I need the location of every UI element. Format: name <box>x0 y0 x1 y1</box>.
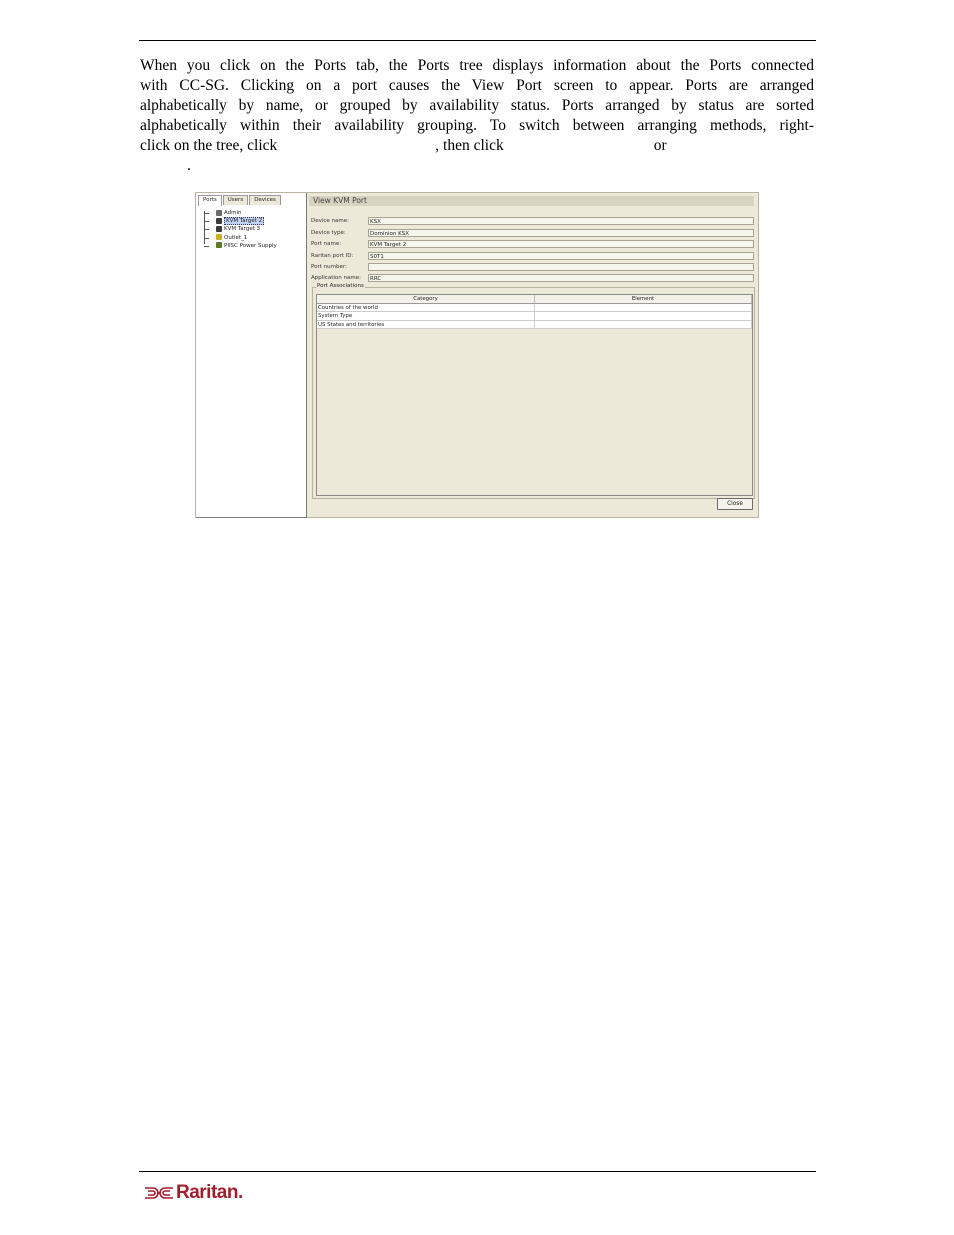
category-cell: US States and territories <box>317 320 535 329</box>
device-type-field[interactable]: Dominion KSX <box>368 228 754 237</box>
group-label: Port Associations <box>316 283 365 289</box>
tree-node-label: PIISC Power Supply <box>224 242 277 249</box>
tree-node-label: Admin <box>224 210 242 216</box>
table-row[interactable]: System Type <box>317 312 752 321</box>
tab-users[interactable]: Users <box>222 195 249 205</box>
field-application-name: Application name: RRC <box>309 274 754 283</box>
ports-tree: Admin KVM Target 2 KVM Target 3 Outlet_1… <box>204 209 277 250</box>
header-rule <box>139 40 816 41</box>
element-cell[interactable] <box>535 312 752 321</box>
paragraph-line: . <box>187 157 191 174</box>
nav-tabs: Ports Users Devices <box>198 195 282 206</box>
tree-node-kvm-target-2[interactable]: KVM Target 2 <box>204 217 277 226</box>
paragraph-line: with CC-SG. Clicking on a port causes th… <box>140 77 814 94</box>
field-label: Device type: <box>311 229 346 236</box>
device-name-field[interactable]: KSX <box>368 217 754 225</box>
raritan-logo-icon <box>145 1187 173 1199</box>
port-number-field[interactable] <box>368 263 754 271</box>
field-label: Device name: <box>311 218 350 224</box>
field-port-id: Raritan port ID: S0T1 <box>309 251 754 261</box>
paragraph-fragment: click on the tree, click <box>140 137 278 154</box>
close-button[interactable]: Close <box>717 498 753 510</box>
field-label: Port number: <box>311 264 347 270</box>
kvm-port-icon <box>216 225 222 232</box>
column-header-category[interactable]: Category <box>317 295 535 304</box>
panel-title: View KVM Port <box>309 196 754 206</box>
port-associations-group: Port Associations Category Element Count… <box>312 283 755 499</box>
tab-ports[interactable]: Ports <box>198 195 222 206</box>
paragraph-fragment: or <box>653 137 667 154</box>
category-cell: Countries of the world <box>317 303 535 312</box>
paragraph-line: alphabetically within their availability… <box>140 117 814 134</box>
tree-node-kvm-target-3[interactable]: KVM Target 3 <box>204 225 277 233</box>
application-name-field[interactable]: RRC <box>368 274 754 282</box>
tree-node-label: KVM Target 3 <box>224 226 261 233</box>
table-header: Category Element <box>317 295 752 304</box>
port-id-field[interactable]: S0T1 <box>368 251 754 260</box>
raritan-logo: Raritan. <box>144 1182 243 1204</box>
column-header-element[interactable]: Element <box>535 295 752 304</box>
paragraph-line: alphabetically by name, or grouped by av… <box>140 97 814 114</box>
outlet-icon <box>216 234 222 241</box>
raritan-logo-text: Raritan. <box>176 1182 243 1203</box>
field-label: Port name: <box>311 241 342 247</box>
field-device-type: Device type: Dominion KSX <box>309 228 754 238</box>
folder-icon <box>216 209 222 216</box>
kvm-port-icon <box>216 217 222 224</box>
table-row[interactable]: Countries of the world <box>317 303 752 312</box>
field-port-number: Port number: <box>309 263 754 272</box>
view-port-screenshot: Ports Users Devices Admin KVM Target 2 K… <box>195 192 759 518</box>
detail-pane: View KVM Port Device name: KSX Device ty… <box>309 193 756 517</box>
field-port-name: Port name: KVM Target 2 <box>309 240 754 249</box>
tree-node-label: KVM Target 2 <box>224 217 265 226</box>
associations-table: Category Element Countries of the world … <box>316 294 753 496</box>
category-cell: System Type <box>317 312 535 321</box>
field-label: Application name: <box>311 275 361 281</box>
element-cell[interactable] <box>535 320 752 329</box>
power-supply-icon <box>216 242 222 249</box>
element-cell[interactable] <box>535 303 752 312</box>
tab-devices[interactable]: Devices <box>249 195 281 205</box>
port-name-field[interactable]: KVM Target 2 <box>368 240 754 248</box>
nav-pane: Ports Users Devices Admin KVM Target 2 K… <box>196 193 307 518</box>
tree-node-power-supply[interactable]: PIISC Power Supply <box>204 242 277 250</box>
table-row[interactable]: US States and territories <box>317 320 752 329</box>
field-device-name: Device name: KSX <box>309 217 754 226</box>
paragraph-line: click on the tree, click , then click or <box>140 136 814 156</box>
body-paragraph: When you click on the Ports tab, the Por… <box>140 56 814 176</box>
tree-node-admin[interactable]: Admin <box>204 209 277 217</box>
paragraph-line: When you click on the Ports tab, the Por… <box>140 57 814 74</box>
tree-node-label: Outlet_1 <box>224 234 248 241</box>
paragraph-fragment: , then click <box>435 137 504 154</box>
field-label: Raritan port ID: <box>311 252 354 259</box>
tree-node-outlet[interactable]: Outlet_1 <box>204 234 277 242</box>
footer-rule <box>139 1171 816 1172</box>
